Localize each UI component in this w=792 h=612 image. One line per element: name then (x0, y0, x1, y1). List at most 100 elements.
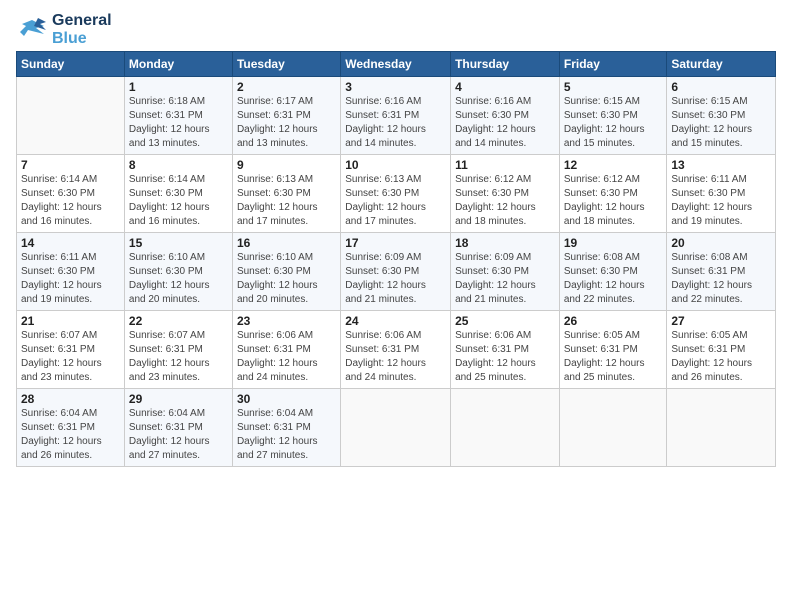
calendar-weekday-header: Wednesday (341, 52, 451, 77)
calendar-week-row: 1Sunrise: 6:18 AMSunset: 6:31 PMDaylight… (17, 77, 776, 155)
day-info: Sunrise: 6:06 AMSunset: 6:31 PMDaylight:… (345, 329, 446, 385)
day-info: Sunrise: 6:16 AMSunset: 6:31 PMDaylight:… (345, 95, 446, 151)
calendar-weekday-header: Sunday (17, 52, 125, 77)
day-number: 1 (129, 80, 228, 94)
day-number: 15 (129, 236, 228, 250)
day-info: Sunrise: 6:07 AMSunset: 6:31 PMDaylight:… (129, 329, 228, 385)
calendar-cell: 11Sunrise: 6:12 AMSunset: 6:30 PMDayligh… (451, 155, 560, 233)
calendar-cell: 24Sunrise: 6:06 AMSunset: 6:31 PMDayligh… (341, 311, 451, 389)
day-info: Sunrise: 6:15 AMSunset: 6:30 PMDaylight:… (564, 95, 663, 151)
calendar-cell: 16Sunrise: 6:10 AMSunset: 6:30 PMDayligh… (232, 233, 340, 311)
calendar-cell: 18Sunrise: 6:09 AMSunset: 6:30 PMDayligh… (451, 233, 560, 311)
day-number: 21 (21, 314, 120, 328)
logo-text: General Blue (52, 12, 112, 47)
logo: General Blue (16, 12, 112, 47)
day-number: 20 (671, 236, 771, 250)
day-number: 12 (564, 158, 663, 172)
day-info: Sunrise: 6:09 AMSunset: 6:30 PMDaylight:… (345, 251, 446, 307)
calendar-cell: 22Sunrise: 6:07 AMSunset: 6:31 PMDayligh… (124, 311, 232, 389)
day-info: Sunrise: 6:04 AMSunset: 6:31 PMDaylight:… (237, 407, 336, 463)
calendar-cell: 1Sunrise: 6:18 AMSunset: 6:31 PMDaylight… (124, 77, 232, 155)
calendar-cell: 15Sunrise: 6:10 AMSunset: 6:30 PMDayligh… (124, 233, 232, 311)
day-number: 4 (455, 80, 555, 94)
day-info: Sunrise: 6:16 AMSunset: 6:30 PMDaylight:… (455, 95, 555, 151)
day-info: Sunrise: 6:09 AMSunset: 6:30 PMDaylight:… (455, 251, 555, 307)
calendar-cell: 17Sunrise: 6:09 AMSunset: 6:30 PMDayligh… (341, 233, 451, 311)
day-info: Sunrise: 6:05 AMSunset: 6:31 PMDaylight:… (671, 329, 771, 385)
day-info: Sunrise: 6:06 AMSunset: 6:31 PMDaylight:… (237, 329, 336, 385)
calendar-cell: 10Sunrise: 6:13 AMSunset: 6:30 PMDayligh… (341, 155, 451, 233)
day-number: 17 (345, 236, 446, 250)
calendar-cell (451, 389, 560, 467)
day-number: 30 (237, 392, 336, 406)
calendar-cell: 8Sunrise: 6:14 AMSunset: 6:30 PMDaylight… (124, 155, 232, 233)
day-info: Sunrise: 6:08 AMSunset: 6:31 PMDaylight:… (671, 251, 771, 307)
calendar-cell: 23Sunrise: 6:06 AMSunset: 6:31 PMDayligh… (232, 311, 340, 389)
calendar-body: 1Sunrise: 6:18 AMSunset: 6:31 PMDaylight… (17, 77, 776, 467)
day-info: Sunrise: 6:11 AMSunset: 6:30 PMDaylight:… (671, 173, 771, 229)
day-info: Sunrise: 6:18 AMSunset: 6:31 PMDaylight:… (129, 95, 228, 151)
day-info: Sunrise: 6:14 AMSunset: 6:30 PMDaylight:… (21, 173, 120, 229)
day-info: Sunrise: 6:05 AMSunset: 6:31 PMDaylight:… (564, 329, 663, 385)
day-number: 13 (671, 158, 771, 172)
day-info: Sunrise: 6:10 AMSunset: 6:30 PMDaylight:… (129, 251, 228, 307)
calendar-cell: 5Sunrise: 6:15 AMSunset: 6:30 PMDaylight… (559, 77, 667, 155)
calendar-weekday-header: Saturday (667, 52, 776, 77)
day-number: 14 (21, 236, 120, 250)
calendar-cell: 30Sunrise: 6:04 AMSunset: 6:31 PMDayligh… (232, 389, 340, 467)
day-number: 3 (345, 80, 446, 94)
calendar-cell: 20Sunrise: 6:08 AMSunset: 6:31 PMDayligh… (667, 233, 776, 311)
header: General Blue (16, 12, 776, 47)
calendar-cell (341, 389, 451, 467)
day-number: 27 (671, 314, 771, 328)
calendar-cell: 19Sunrise: 6:08 AMSunset: 6:30 PMDayligh… (559, 233, 667, 311)
day-number: 19 (564, 236, 663, 250)
calendar-header-row: SundayMondayTuesdayWednesdayThursdayFrid… (17, 52, 776, 77)
day-info: Sunrise: 6:04 AMSunset: 6:31 PMDaylight:… (21, 407, 120, 463)
day-info: Sunrise: 6:04 AMSunset: 6:31 PMDaylight:… (129, 407, 228, 463)
calendar-week-row: 28Sunrise: 6:04 AMSunset: 6:31 PMDayligh… (17, 389, 776, 467)
calendar-week-row: 7Sunrise: 6:14 AMSunset: 6:30 PMDaylight… (17, 155, 776, 233)
day-number: 23 (237, 314, 336, 328)
day-number: 24 (345, 314, 446, 328)
calendar-cell: 28Sunrise: 6:04 AMSunset: 6:31 PMDayligh… (17, 389, 125, 467)
day-info: Sunrise: 6:07 AMSunset: 6:31 PMDaylight:… (21, 329, 120, 385)
day-number: 18 (455, 236, 555, 250)
day-info: Sunrise: 6:14 AMSunset: 6:30 PMDaylight:… (129, 173, 228, 229)
day-number: 8 (129, 158, 228, 172)
day-info: Sunrise: 6:08 AMSunset: 6:30 PMDaylight:… (564, 251, 663, 307)
calendar-weekday-header: Tuesday (232, 52, 340, 77)
calendar-weekday-header: Thursday (451, 52, 560, 77)
calendar-week-row: 21Sunrise: 6:07 AMSunset: 6:31 PMDayligh… (17, 311, 776, 389)
calendar-cell (667, 389, 776, 467)
day-number: 7 (21, 158, 120, 172)
day-number: 5 (564, 80, 663, 94)
calendar-cell: 29Sunrise: 6:04 AMSunset: 6:31 PMDayligh… (124, 389, 232, 467)
calendar-cell: 12Sunrise: 6:12 AMSunset: 6:30 PMDayligh… (559, 155, 667, 233)
day-info: Sunrise: 6:06 AMSunset: 6:31 PMDaylight:… (455, 329, 555, 385)
calendar-weekday-header: Friday (559, 52, 667, 77)
day-number: 6 (671, 80, 771, 94)
day-number: 16 (237, 236, 336, 250)
day-info: Sunrise: 6:13 AMSunset: 6:30 PMDaylight:… (345, 173, 446, 229)
day-info: Sunrise: 6:12 AMSunset: 6:30 PMDaylight:… (455, 173, 555, 229)
day-number: 26 (564, 314, 663, 328)
calendar-weekday-header: Monday (124, 52, 232, 77)
calendar-cell: 25Sunrise: 6:06 AMSunset: 6:31 PMDayligh… (451, 311, 560, 389)
day-info: Sunrise: 6:10 AMSunset: 6:30 PMDaylight:… (237, 251, 336, 307)
day-number: 29 (129, 392, 228, 406)
day-info: Sunrise: 6:11 AMSunset: 6:30 PMDaylight:… (21, 251, 120, 307)
day-info: Sunrise: 6:12 AMSunset: 6:30 PMDaylight:… (564, 173, 663, 229)
day-number: 11 (455, 158, 555, 172)
day-info: Sunrise: 6:13 AMSunset: 6:30 PMDaylight:… (237, 173, 336, 229)
day-number: 10 (345, 158, 446, 172)
calendar-cell: 13Sunrise: 6:11 AMSunset: 6:30 PMDayligh… (667, 155, 776, 233)
calendar-week-row: 14Sunrise: 6:11 AMSunset: 6:30 PMDayligh… (17, 233, 776, 311)
calendar-cell: 14Sunrise: 6:11 AMSunset: 6:30 PMDayligh… (17, 233, 125, 311)
calendar-cell: 2Sunrise: 6:17 AMSunset: 6:31 PMDaylight… (232, 77, 340, 155)
calendar-cell (559, 389, 667, 467)
day-number: 9 (237, 158, 336, 172)
day-info: Sunrise: 6:17 AMSunset: 6:31 PMDaylight:… (237, 95, 336, 151)
calendar-cell (17, 77, 125, 155)
calendar-cell: 27Sunrise: 6:05 AMSunset: 6:31 PMDayligh… (667, 311, 776, 389)
